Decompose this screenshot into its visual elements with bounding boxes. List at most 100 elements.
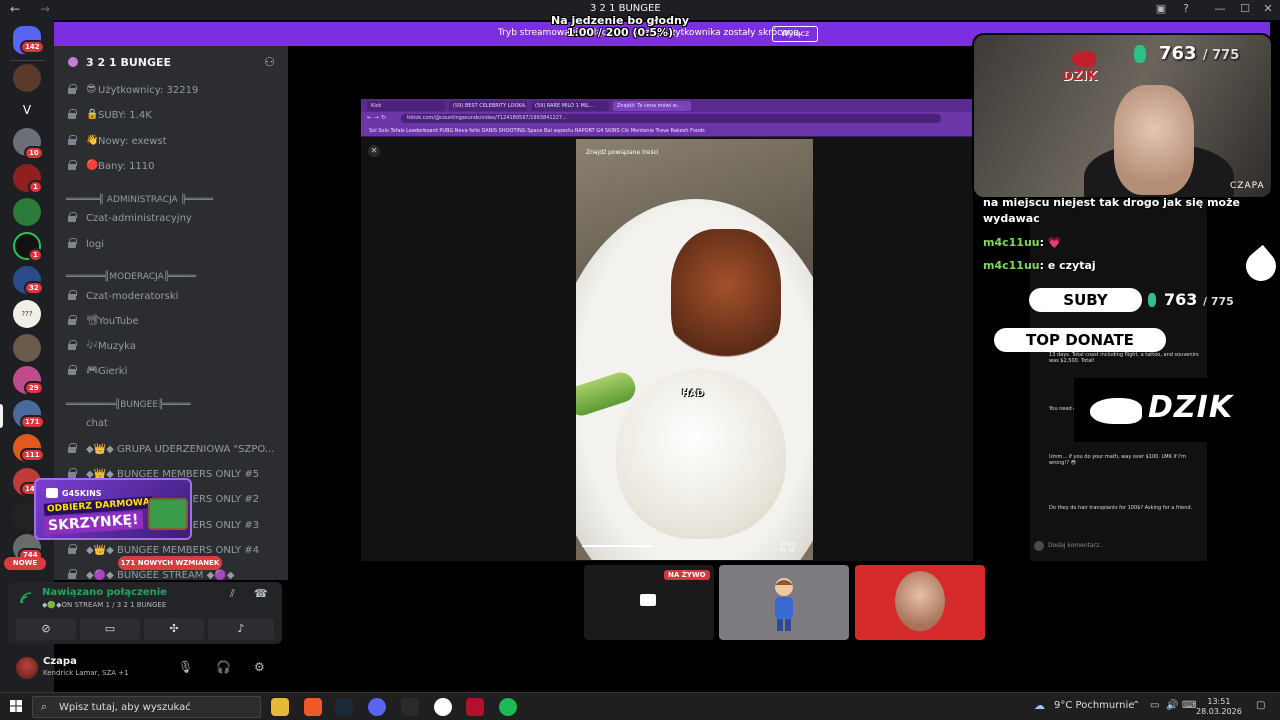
channel-label: Nowy: exewst xyxy=(98,136,167,147)
nav-arrows-icon[interactable]: ← → ↻ xyxy=(367,114,386,121)
lock-icon xyxy=(68,443,77,453)
browser-tab[interactable]: Kick xyxy=(367,101,445,111)
channel-item[interactable]: logi xyxy=(64,235,280,257)
discord-icon[interactable] xyxy=(368,698,386,716)
browser-tab[interactable]: (59) RARE MILO 1 MIL... xyxy=(531,101,609,111)
channel-item[interactable]: 🔴 Bany: 1110 xyxy=(64,157,280,179)
microphone-icon[interactable]: 🎙 xyxy=(178,660,193,674)
steam-icon[interactable] xyxy=(335,698,353,716)
back-arrow-icon[interactable]: ← xyxy=(10,2,20,16)
dzik-logo-text: DZIK xyxy=(1062,69,1098,84)
browser-tab-active[interactable]: Znajdź: Ta cena mówi w... xyxy=(613,101,691,111)
channel-item[interactable]: Czat-administracyjny xyxy=(64,209,280,231)
user-name[interactable]: Czapa xyxy=(43,656,77,667)
brave-browser-icon[interactable] xyxy=(304,698,322,716)
notifications-icon[interactable]: ▢ xyxy=(1256,700,1265,711)
comment: 13 days. Total coast including flight, a… xyxy=(1049,352,1199,364)
chat-message: m4c11uu: e czytaj xyxy=(983,259,1096,272)
sub-count: 763 xyxy=(1159,43,1197,64)
promo-brand: G4SKINS xyxy=(62,489,102,498)
epic-games-icon[interactable] xyxy=(401,698,419,716)
category-moderacja[interactable]: ═══════╣MODERACJA╠═════ xyxy=(66,272,196,282)
noise-suppression-icon[interactable]: ⫽ xyxy=(230,587,235,601)
server-icon[interactable] xyxy=(13,334,41,362)
network-icon[interactable]: ▭ xyxy=(1150,700,1159,711)
channel-emoji: 🎶 xyxy=(86,340,99,351)
server-icon-v[interactable]: V xyxy=(13,96,41,124)
disable-streamer-mode-button[interactable]: Wyłącz xyxy=(772,26,818,42)
taskbar-search[interactable]: ⌕ Wpisz tutaj, aby wyszukać xyxy=(32,696,261,718)
url-field[interactable]: tiktok.com/@countingsounds/video/7124180… xyxy=(401,114,941,123)
channel-item[interactable]: 🔒 SUBY: 1.4K xyxy=(64,106,280,128)
headphones-icon[interactable]: 🎧 xyxy=(216,660,231,674)
channel-item[interactable]: 👋 Nowy: exewst xyxy=(64,132,280,154)
spotify-icon[interactable] xyxy=(499,698,517,716)
language-icon[interactable]: ⌨ xyxy=(1182,700,1196,711)
channel-item[interactable]: 📽 YouTube xyxy=(64,312,280,334)
chat-text: na miejscu niejest tak drogo jak się moż… xyxy=(983,196,1240,209)
sub-goal-icon xyxy=(1134,45,1146,63)
avatar[interactable] xyxy=(16,657,38,679)
windows-start-icon[interactable] xyxy=(10,700,22,712)
file-explorer-icon[interactable] xyxy=(271,698,289,716)
channel-item[interactable]: Czat-moderatorski xyxy=(64,287,280,309)
tray-chevron-icon[interactable]: ⌃ xyxy=(1132,700,1140,711)
channel-label: ◆👑◆ BUNGEE MEMBERS ONLY #4 xyxy=(86,545,260,556)
channel-item[interactable]: chat xyxy=(64,414,280,436)
donation-goal-overlay: Na jedzenie bo głodny 1.00 / 200 (0.5%) xyxy=(520,15,720,39)
server-icon[interactable]: ??? xyxy=(13,300,41,328)
guild-header[interactable]: 3 2 1 BUNGEE ⌄ ⚇ xyxy=(54,46,288,80)
taskbar-clock[interactable]: 13:51 28.03.2026 xyxy=(1196,697,1242,717)
webcam-overlay: DZIK 763 / 775 CZAPA xyxy=(972,33,1273,199)
channel-item[interactable]: ◆👑◆ GRUPA UDERZENIOWA "SZPO... xyxy=(64,440,280,462)
invite-people-icon[interactable]: ⚇ xyxy=(264,55,275,69)
channel-item[interactable]: 😎 Użytkownicy: 32219 xyxy=(64,81,280,103)
participant-tile-stream[interactable]: NA ŻYWO xyxy=(584,565,714,640)
channel-label: Muzyka xyxy=(98,341,136,352)
activities-button[interactable]: ✣ xyxy=(144,618,204,640)
dm-badge: 142 xyxy=(20,40,45,54)
new-servers-badge[interactable]: NOWE xyxy=(4,557,46,570)
related-search-label[interactable]: Znajdź powiązane treści xyxy=(586,149,659,156)
server-icon[interactable] xyxy=(13,64,41,92)
close-window-icon[interactable]: ✕ xyxy=(1260,2,1276,15)
weather-widget[interactable]: 9°C Pochmurnie xyxy=(1054,700,1134,711)
streamer-tag: CZAPA xyxy=(1230,181,1265,191)
category-administracja[interactable]: ══════╣ ADMINISTRACJA ╠═════ xyxy=(66,195,213,205)
adobe-icon[interactable] xyxy=(466,698,484,716)
bookmarks-bar[interactable]: Sol Solo Tofals Leaderboard PUBG Neva fe… xyxy=(361,125,973,137)
minimize-icon[interactable]: — xyxy=(1212,2,1228,15)
close-video-icon[interactable]: ✕ xyxy=(368,145,380,157)
participant-tile[interactable] xyxy=(855,565,985,640)
video-progress-bar[interactable] xyxy=(582,545,652,547)
volume-icon[interactable]: 🔊 xyxy=(1166,700,1178,711)
new-mentions-badge[interactable]: 171 NOWYCH WZMIANEK xyxy=(118,556,222,570)
camera-off-button[interactable]: ⊘ xyxy=(16,618,76,640)
avatar xyxy=(775,578,793,631)
voice-channel-detail[interactable]: ◆🟢◆ON STREAM 1 / 3 2 1 BUNGEE xyxy=(42,601,166,609)
promo-banner[interactable]: G4SKINS ODBIERZ DARMOWĄ SKRZYNKĘ! xyxy=(34,478,192,540)
voice-status[interactable]: Nawiązano połączenie xyxy=(42,587,167,598)
soundboard-button[interactable]: ♪ xyxy=(208,618,274,640)
category-bungee[interactable]: ═════════╣BUNGEE╠═════ xyxy=(66,400,191,410)
channel-emoji: 🔴 xyxy=(86,160,99,171)
browser-tab[interactable]: (59) BEST CELEBRITY LOOKA... xyxy=(449,101,527,111)
forward-arrow-icon[interactable]: → xyxy=(40,2,50,16)
channel-item[interactable]: 🎮 Gierki xyxy=(64,362,280,384)
food-video[interactable]: Znajdź powiązane treści HAD 00:23 / 01:4… xyxy=(576,139,813,560)
channel-item[interactable]: 🎶 Muzyka xyxy=(64,337,280,359)
participant-tile[interactable] xyxy=(719,565,849,640)
disconnect-icon[interactable]: ☎ xyxy=(254,587,268,600)
inbox-icon[interactable]: ▣ xyxy=(1153,2,1169,15)
server-icon[interactable] xyxy=(13,198,41,226)
obs-icon[interactable] xyxy=(434,698,452,716)
signal-icon[interactable] xyxy=(20,592,32,604)
settings-gear-icon[interactable]: ⚙ xyxy=(254,660,265,674)
screen-share-button[interactable]: ▭ xyxy=(80,618,140,640)
comment-input[interactable]: Dodaj komentarz... xyxy=(1048,542,1105,549)
video-time: 00:23 / 01:40 xyxy=(780,542,798,554)
sub-goal: 775 xyxy=(1212,48,1240,63)
lock-icon xyxy=(68,569,77,579)
maximize-icon[interactable]: ☐ xyxy=(1237,2,1253,15)
help-icon[interactable]: ? xyxy=(1178,2,1194,15)
